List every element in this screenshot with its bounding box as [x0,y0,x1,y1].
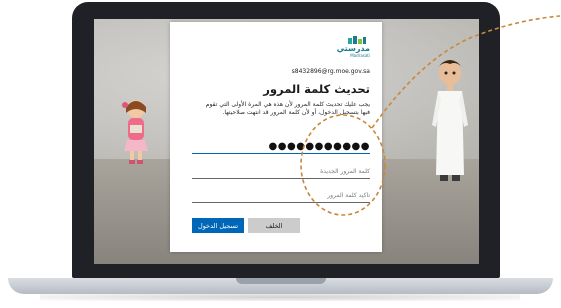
boy-character-illustration [432,60,468,181]
logo-mark-icon [348,36,366,44]
logo-text: مدرستي [336,44,370,53]
girl-character-illustration [122,100,148,164]
madrasati-logo: مدرستي Madrasati [330,36,370,58]
laptop-shadow [40,293,520,301]
account-email: s8432896@rg.moe.gov.sa [291,68,370,75]
back-button[interactable]: الخلف [248,218,300,233]
sign-in-button[interactable]: تسجيل الدخول [192,218,244,233]
laptop-base-notch [236,278,326,284]
new-password-field[interactable] [192,164,370,179]
logo-subtext: Madrasati [350,53,370,58]
confirm-password-field[interactable] [192,188,370,203]
current-password-field[interactable] [192,139,370,154]
password-update-dialog: مدرستي Madrasati s8432896@rg.moe.gov.sa … [170,22,382,252]
page-title: تحديث كلمة المرور [263,82,370,96]
instruction-text: يجب عليك تحديث كلمة المرور لأن هذه هي ال… [205,101,370,116]
